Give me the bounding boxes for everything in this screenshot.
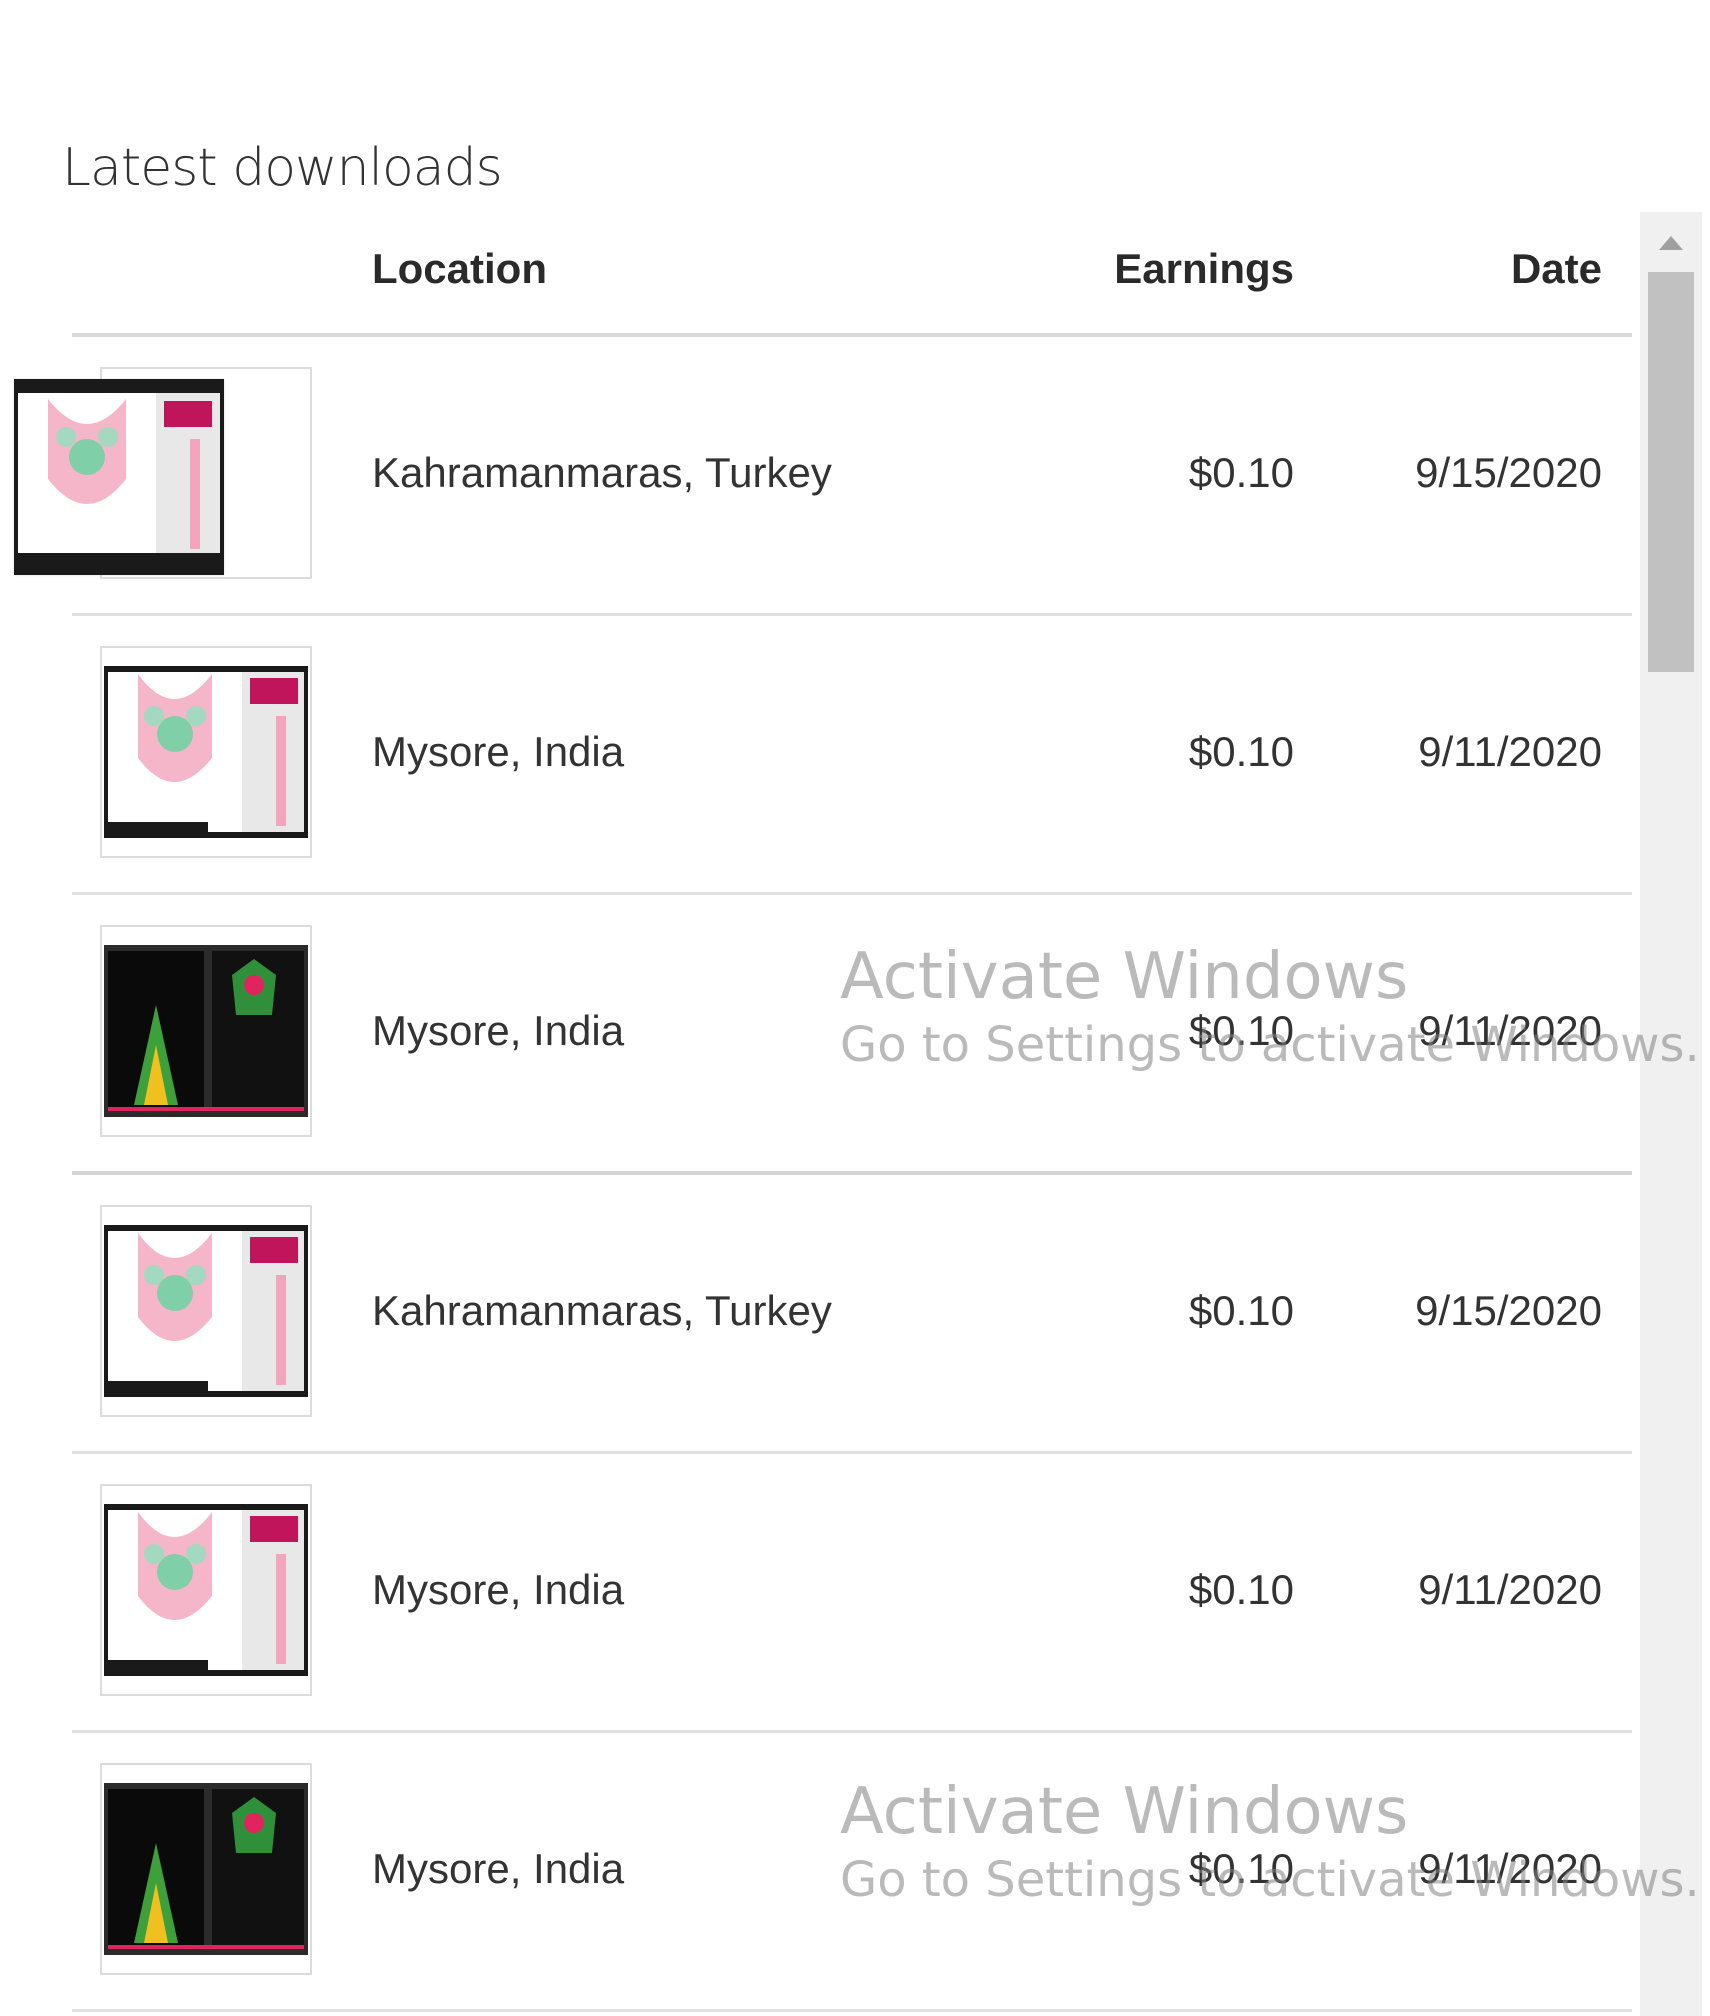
date-cell: 9/15/2020 — [1415, 1287, 1602, 1334]
location-cell: Mysore, India — [372, 1845, 625, 1892]
design-thumbnail[interactable] — [100, 646, 312, 858]
table-row[interactable]: Kahramanmaras, Turkey $0.10 9/15/2020 — [72, 1175, 1632, 1454]
location-cell: Kahramanmaras, Turkey — [372, 449, 832, 496]
table-row[interactable]: Mysore, India $0.10 9/11/2020 — [72, 1454, 1632, 1733]
earnings-cell: $0.10 — [1188, 1287, 1294, 1334]
table-row[interactable]: Kahramanmaras, Turkey $0.10 9/15/2020 — [14, 337, 1632, 616]
date-cell: 9/11/2020 — [1418, 1845, 1602, 1892]
location-cell: Mysore, India — [372, 1566, 625, 1613]
table-row[interactable]: Mysore, India $0.10 9/11/2020 — [72, 616, 1632, 895]
thumbnail-hover-preview — [14, 379, 224, 575]
design-thumbnail[interactable] — [100, 1205, 312, 1417]
earnings-cell: $0.10 — [1188, 449, 1294, 496]
table-header: Location Earnings Date — [72, 215, 1632, 337]
scrollbar-thumb[interactable] — [1648, 272, 1694, 672]
downloads-table: Location Earnings Date Kahramanmaras, Tu… — [14, 215, 1632, 2012]
vertical-scrollbar[interactable] — [1640, 212, 1702, 2016]
earnings-cell: $0.10 — [1188, 1007, 1294, 1054]
table-row[interactable]: Mysore, India $0.10 9/11/2020 — [72, 895, 1632, 1175]
design-thumbnail[interactable] — [100, 925, 312, 1137]
triangle-up-icon[interactable] — [1640, 228, 1702, 258]
earnings-cell: $0.10 — [1188, 1566, 1294, 1613]
date-cell: 9/11/2020 — [1418, 1566, 1602, 1613]
location-cell: Mysore, India — [372, 1007, 625, 1054]
design-thumbnail[interactable] — [100, 1484, 312, 1696]
header-earnings[interactable]: Earnings — [1114, 245, 1294, 293]
date-cell: 9/15/2020 — [1415, 449, 1602, 496]
earnings-cell: $0.10 — [1188, 1845, 1294, 1892]
design-thumbnail[interactable] — [100, 1763, 312, 1975]
date-cell: 9/11/2020 — [1418, 1007, 1602, 1054]
location-cell: Mysore, India — [372, 728, 625, 775]
page-title: Latest downloads — [62, 138, 503, 198]
location-cell: Kahramanmaras, Turkey — [372, 1287, 832, 1334]
table-row[interactable]: Mysore, India $0.10 9/11/2020 — [72, 1733, 1632, 2012]
header-date[interactable]: Date — [1511, 245, 1602, 293]
earnings-cell: $0.10 — [1188, 728, 1294, 775]
header-location[interactable]: Location — [372, 245, 547, 293]
date-cell: 9/11/2020 — [1418, 728, 1602, 775]
